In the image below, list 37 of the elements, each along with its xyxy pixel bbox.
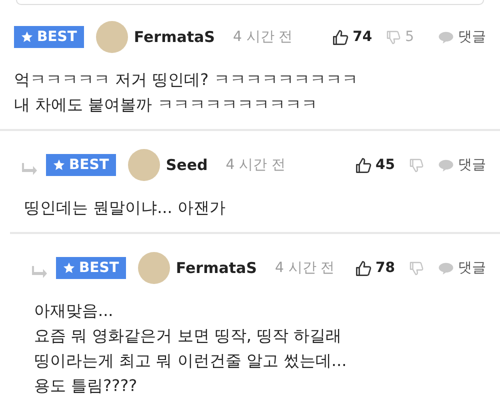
thumbs-down-icon[interactable] [386, 30, 402, 44]
star-icon [53, 159, 65, 171]
speech-bubble-icon[interactable] [438, 30, 454, 44]
best-badge: BEST [14, 26, 84, 48]
thumbs-up-icon[interactable] [354, 260, 372, 276]
comment-time: 4 시간 전 [274, 259, 335, 277]
avatar-placeholder [96, 21, 128, 53]
thumbs-down-icon[interactable] [409, 158, 424, 172]
comment-time: 4 시간 전 [232, 28, 293, 46]
like-count: 74 [352, 29, 372, 45]
best-badge: BEST [46, 154, 116, 176]
reply-arrow-icon [22, 163, 38, 175]
comment-time: 4 시간 전 [226, 156, 286, 174]
thumbs-up-icon[interactable] [354, 156, 372, 174]
reply-link[interactable]: 댓글 [458, 28, 486, 46]
like-count: 45 [376, 157, 395, 173]
thumbs-down-icon[interactable] [409, 260, 424, 276]
author-name[interactable]: FermataS [176, 259, 257, 277]
comment-text: 띵인데는 뭔말이냐... 아잰가 [23, 197, 226, 219]
star-icon [63, 262, 75, 274]
comment-text: 억ㅋㅋㅋㅋㅋ 저거 띵인데? ㅋㅋㅋㅋㅋㅋㅋㅋㅋ 내 차에도 붙여볼까 ㅋㅋㅋㅋㅋㅋㅋㅋㅋㅋ [14, 69, 359, 116]
author-name[interactable]: FermataS [134, 28, 215, 46]
like-count: 78 [376, 260, 395, 276]
reply-link[interactable]: 댓글 [458, 156, 486, 174]
star-icon [21, 31, 33, 43]
reply-arrow-icon [32, 266, 48, 278]
avatar-placeholder [128, 149, 160, 181]
speech-bubble-icon[interactable] [438, 158, 454, 172]
reply-link[interactable]: 댓글 [458, 259, 486, 277]
comment-text: 아재맞음... 요즘 뭐 영화같은거 보면 띵작, 띵작 하길래 띵이라는게 최고 뭐 이런건줄 알고 썼는데... 용도 틀림???? [33, 300, 348, 397]
author-name[interactable]: Seed [166, 156, 208, 174]
avatar-placeholder [138, 252, 170, 284]
dislike-count: 5 [405, 29, 414, 45]
speech-bubble-icon[interactable] [438, 262, 454, 274]
input-field[interactable] [16, 0, 484, 5]
best-badge: BEST [56, 257, 126, 279]
thumbs-up-icon[interactable] [332, 28, 349, 46]
